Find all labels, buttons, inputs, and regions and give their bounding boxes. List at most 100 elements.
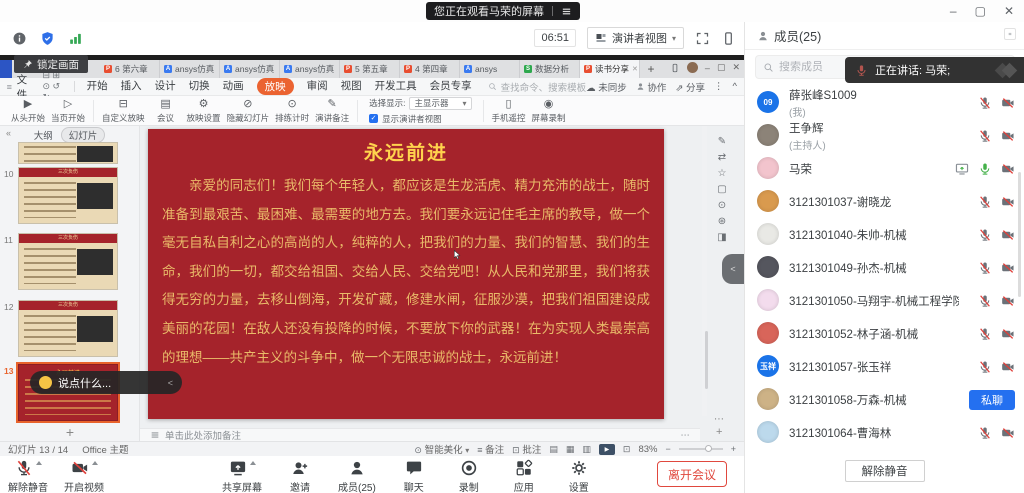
member-row[interactable]: 马荣 <box>745 152 1024 185</box>
fullscreen-icon[interactable] <box>695 31 710 46</box>
beautify-button[interactable]: ⊙ 智能美化 ▾ <box>414 442 469 456</box>
collapse-ribbon-icon[interactable]: ^ <box>733 81 737 92</box>
browser-tab[interactable]: A ansys仿真 <box>220 60 280 78</box>
ribbon-tab-item[interactable]: 开发工具 <box>375 78 417 95</box>
ribbon-tool[interactable]: ⚙放映设置 <box>187 98 221 124</box>
comments-toggle[interactable]: ⊡ 批注 <box>512 442 541 456</box>
slide-thumbnail[interactable]: 三次负伤 <box>18 167 118 224</box>
browser-tab[interactable]: A ansys <box>460 60 520 78</box>
more-icon[interactable]: ⋮ <box>714 81 724 92</box>
member-row[interactable]: 3121301049-孙杰-机械 <box>745 251 1024 284</box>
new-tab-button[interactable]: + <box>640 60 662 78</box>
collapse-toast-icon[interactable]: < <box>168 378 173 388</box>
toolbar-cam-off-button[interactable]: 开启视频 <box>64 459 104 493</box>
browser-tab[interactable]: A ansys仿真 <box>280 60 340 78</box>
lock-screen-button[interactable]: 锁定画面 <box>14 55 88 73</box>
ribbon-search[interactable]: 查找命令、搜索模板 <box>488 80 587 94</box>
rail-icon[interactable]: ⊙ <box>715 200 729 211</box>
toolbar-invite-button[interactable]: 邀请 <box>283 459 317 493</box>
ribbon-action[interactable]: ☁ 未同步 <box>586 80 627 94</box>
rail-icon[interactable]: ◨ <box>715 232 729 243</box>
chevron-up-icon[interactable] <box>92 461 98 465</box>
toolbar-members-button[interactable]: 成员(25) <box>338 459 376 493</box>
account-avatar[interactable] <box>687 62 698 73</box>
close-tab-icon[interactable]: ✕ <box>632 65 638 73</box>
ribbon-tool[interactable]: ⊙排练计时 <box>275 98 309 124</box>
display-select[interactable]: 主显示器▾ <box>409 97 471 110</box>
member-row[interactable]: 3121301064-曹海林 <box>745 416 1024 449</box>
ribbon-action[interactable]: 协作 <box>636 80 667 94</box>
comment-input-toast[interactable]: 说点什么... < <box>30 371 182 394</box>
close-button[interactable]: ✕ <box>1004 4 1014 18</box>
toolbar-gear-button[interactable]: 设置 <box>562 459 596 493</box>
toolbar-mic-off-button[interactable]: 解除静音 <box>8 459 48 493</box>
slide-thumbnail[interactable]: 三次负伤 <box>18 233 118 290</box>
fit-slide-icon[interactable]: ⊡ <box>623 444 631 455</box>
ribbon-tool[interactable]: ▤会议 <box>151 98 181 124</box>
ribbon-action[interactable]: ⇗ 分享 <box>675 80 705 94</box>
view-reading-icon[interactable]: ▥ <box>582 444 591 455</box>
browser-tab[interactable]: P 4 第四章 <box>400 60 460 78</box>
side-panel-icon[interactable] <box>721 31 736 46</box>
rail-icon[interactable]: ☆ <box>715 168 729 179</box>
member-row[interactable]: 3121301052-林子涵-机械 <box>745 317 1024 350</box>
banner-menu-icon[interactable] <box>561 6 572 17</box>
unmute-button[interactable]: 解除静音 <box>845 460 925 482</box>
ribbon-tab-item[interactable]: 开始 <box>87 78 108 95</box>
view-normal-icon[interactable]: ▤ <box>549 444 558 455</box>
toolbar-chat-button[interactable]: 聊天 <box>397 459 431 493</box>
members-menu-icon[interactable] <box>1004 28 1016 40</box>
ribbon-tab-item[interactable]: 动画 <box>223 78 244 95</box>
zoom-slider[interactable] <box>679 448 723 450</box>
rail-icon[interactable]: ⊛ <box>715 216 729 227</box>
shared-maximize-icon[interactable]: ▢ <box>717 62 726 73</box>
maximize-button[interactable]: ▢ <box>975 4 986 18</box>
ribbon-tool[interactable]: ⊘隐藏幻灯片 <box>227 98 270 124</box>
ribbon-tool[interactable]: ▷当页开始 <box>51 98 85 124</box>
ribbon-tab-item[interactable]: 会员专享 <box>430 78 472 95</box>
member-row[interactable]: 3121301050-马翔宇-机械工程学院 <box>745 284 1024 317</box>
chevron-up-icon[interactable] <box>250 461 256 465</box>
browser-tab[interactable]: P 6 第六章 <box>100 60 160 78</box>
slide-thumbnail[interactable] <box>18 142 118 164</box>
toolbar-record-button[interactable]: 录制 <box>452 459 486 493</box>
tab-outline[interactable]: 大纲 <box>34 128 53 142</box>
notes-more-icon[interactable]: ⋯ <box>681 430 691 441</box>
presenter-view-checkbox[interactable]: ✓显示演讲者视图 <box>369 113 471 125</box>
member-row[interactable]: 3121301040-朱帅-机械 <box>745 218 1024 251</box>
security-shield-icon[interactable] <box>40 31 55 46</box>
private-chat-button[interactable]: 私聊 <box>969 390 1015 410</box>
rail-plus-icon[interactable]: + <box>716 426 722 438</box>
view-mode-select[interactable]: 演讲者视图 ▾ <box>587 27 684 49</box>
chevron-up-icon[interactable] <box>36 461 42 465</box>
add-slide-button[interactable]: + <box>0 424 140 440</box>
member-row[interactable]: 3121301037-谢晓龙 <box>745 185 1024 218</box>
rail-icon[interactable]: ▢ <box>715 184 729 195</box>
collapse-panel-icon[interactable]: « <box>6 128 11 138</box>
browser-tab[interactable]: A ansys仿真 <box>160 60 220 78</box>
tab-panel-icon[interactable] <box>670 63 680 73</box>
emoji-icon[interactable] <box>39 376 52 389</box>
rail-more-icon[interactable]: ⋯ <box>714 414 724 425</box>
toolbar-share-button[interactable]: 共享屏幕 <box>222 459 262 493</box>
browser-tab[interactable]: S 数据分析 <box>520 60 580 78</box>
current-slide[interactable]: 永远前进 亲爱的同志们！我们每个年轻人，都应该是生龙活虎、精力充沛的战士，随时准… <box>148 129 664 419</box>
ribbon-tool[interactable]: ◉屏幕录制 <box>532 98 566 124</box>
ribbon-tab-item[interactable]: 视图 <box>341 78 362 95</box>
scrollbar-thumb[interactable] <box>705 331 708 389</box>
members-scrollbar[interactable] <box>1018 172 1021 297</box>
ribbon-tab-item[interactable]: 审阅 <box>307 78 328 95</box>
ribbon-tool[interactable]: ▯手机遥控 <box>492 98 526 124</box>
member-row[interactable]: 王争辉 (主持人) <box>745 119 1024 152</box>
slide-thumbnail[interactable]: 三次负伤 <box>18 300 118 357</box>
zoom-out-button[interactable]: − <box>665 444 670 454</box>
meeting-info-icon[interactable] <box>12 31 27 46</box>
play-slideshow-button[interactable]: ▶ <box>599 444 615 455</box>
rail-icon[interactable]: ⇄ <box>715 152 729 163</box>
browser-tab[interactable]: P 5 第五章 <box>340 60 400 78</box>
ribbon-tab-item[interactable]: 设计 <box>155 78 176 95</box>
toolbar-apps-button[interactable]: 应用 <box>507 459 541 493</box>
shared-close-icon[interactable]: ✕ <box>732 62 740 73</box>
notes-bar[interactable]: 单击此处添加备注 ⋯ <box>140 428 700 441</box>
ribbon-tool[interactable]: ⊟自定义放映 <box>102 98 145 124</box>
